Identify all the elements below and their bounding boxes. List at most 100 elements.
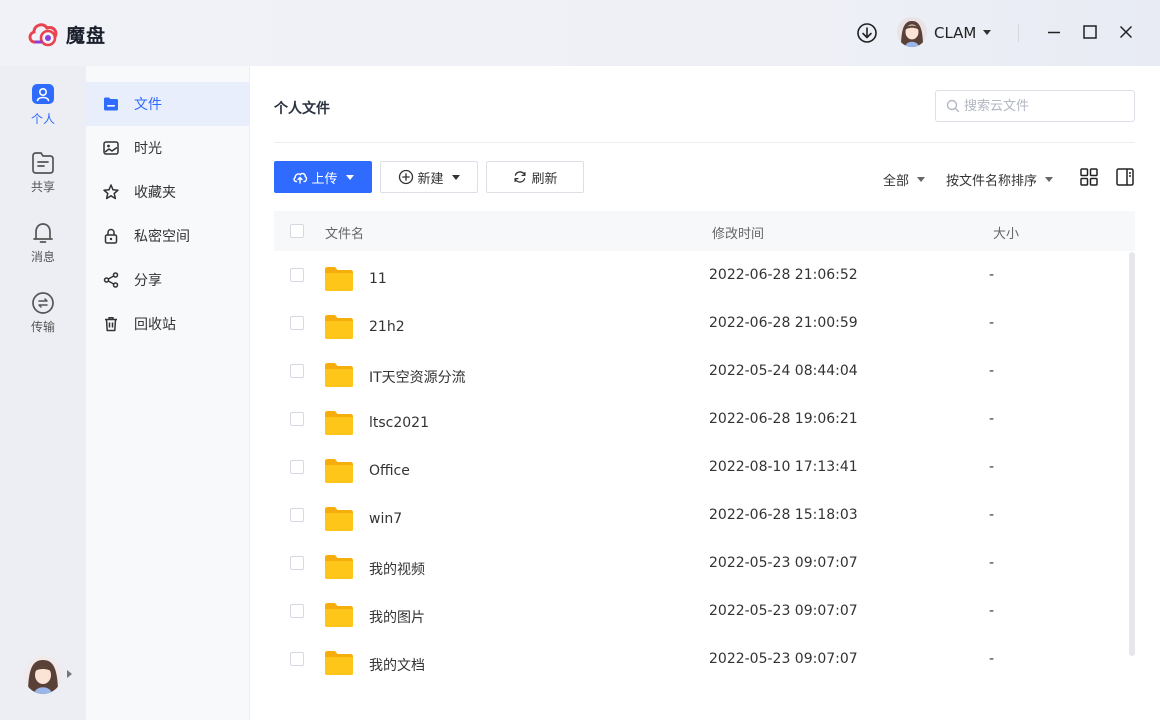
chevron-right-icon[interactable] xyxy=(67,670,72,678)
sidebar-item-moments[interactable]: 时光 xyxy=(86,126,249,170)
table-row[interactable]: Office 2022-08-10 17:13:41 - xyxy=(274,444,1135,492)
file-name[interactable]: Office xyxy=(369,463,410,479)
row-checkbox[interactable] xyxy=(290,556,304,570)
new-button[interactable]: 新建 xyxy=(380,161,478,193)
modified-time: 2022-08-10 17:13:41 xyxy=(709,459,858,475)
main-panel: 个人文件 上传 新建 刷新 全部 按文件名称 xyxy=(250,66,1160,720)
star-icon xyxy=(103,184,119,200)
file-name[interactable]: 11 xyxy=(369,271,387,287)
rail-item-transfer[interactable]: 传输 xyxy=(0,290,86,335)
modified-time: 2022-06-28 21:00:59 xyxy=(709,315,858,331)
column-header-size[interactable]: 大小 xyxy=(993,223,1019,242)
modified-time: 2022-05-23 09:07:07 xyxy=(709,651,858,667)
folder-icon xyxy=(325,411,353,435)
chevron-down-icon[interactable] xyxy=(983,30,991,35)
file-name[interactable]: 21h2 xyxy=(369,319,405,335)
rail-item-personal[interactable]: 个人 xyxy=(0,82,86,127)
trash-icon xyxy=(105,317,117,332)
row-checkbox[interactable] xyxy=(290,364,304,378)
upload-button[interactable]: 上传 xyxy=(274,161,372,193)
file-size: - xyxy=(989,507,995,523)
table-row[interactable]: 我的文档 2022-05-23 09:07:07 - xyxy=(274,636,1135,684)
row-checkbox[interactable] xyxy=(290,412,304,426)
lock-icon xyxy=(104,228,118,244)
sort-label: 按文件名称排序 xyxy=(946,174,1038,189)
divider xyxy=(1018,24,1019,42)
primary-rail: 个人 共享 消息 传输 xyxy=(0,66,86,720)
file-size: - xyxy=(989,363,995,379)
file-name[interactable]: win7 xyxy=(369,511,402,527)
sidebar: 文件 时光 收藏夹 私密空间 分享 回收站 xyxy=(86,66,250,720)
refresh-label: 刷新 xyxy=(531,171,558,187)
file-size: - xyxy=(989,651,995,667)
minimize-icon[interactable] xyxy=(1044,22,1064,42)
file-size: - xyxy=(989,315,995,331)
row-checkbox[interactable] xyxy=(290,460,304,474)
search-icon xyxy=(946,99,960,113)
chevron-down-icon xyxy=(451,174,460,180)
modified-time: 2022-05-24 08:44:04 xyxy=(709,363,858,379)
file-name[interactable]: IT天空资源分流 xyxy=(369,367,466,387)
sidebar-item-share[interactable]: 分享 xyxy=(86,258,249,302)
refresh-button[interactable]: 刷新 xyxy=(486,161,584,193)
file-name[interactable]: 我的文档 xyxy=(369,655,425,675)
file-name[interactable]: ltsc2021 xyxy=(369,415,429,431)
title-bar: 魔盘 CLAM xyxy=(0,0,1160,66)
filter-dropdown[interactable]: 全部 xyxy=(883,170,926,189)
grid-view-icon[interactable] xyxy=(1078,166,1100,188)
folder-icon xyxy=(325,267,353,291)
scrollbar[interactable] xyxy=(1129,252,1135,656)
row-checkbox[interactable] xyxy=(290,508,304,522)
sidebar-item-files[interactable]: 文件 xyxy=(86,82,249,126)
divider xyxy=(274,142,1135,143)
bell-icon xyxy=(33,223,53,243)
sidebar-item-private-space[interactable]: 私密空间 xyxy=(86,214,249,258)
table-row[interactable]: IT天空资源分流 2022-05-24 08:44:04 - xyxy=(274,348,1135,396)
rail-item-shared[interactable]: 共享 xyxy=(0,150,86,195)
folder-icon xyxy=(325,603,353,627)
rail-item-messages[interactable]: 消息 xyxy=(0,220,86,265)
row-checkbox[interactable] xyxy=(290,652,304,666)
download-icon[interactable] xyxy=(856,22,878,44)
select-all-checkbox[interactable] xyxy=(290,224,304,238)
user-name[interactable]: CLAM xyxy=(934,24,976,42)
cloud-upload-icon xyxy=(293,172,308,184)
rail-avatar[interactable] xyxy=(24,656,62,694)
sort-dropdown[interactable]: 按文件名称排序 xyxy=(946,170,1054,189)
table-row[interactable]: 我的图片 2022-05-23 09:07:07 - xyxy=(274,588,1135,636)
avatar[interactable] xyxy=(897,17,927,47)
folder-icon xyxy=(325,315,353,339)
row-checkbox[interactable] xyxy=(290,316,304,330)
table-row[interactable]: ltsc2021 2022-06-28 19:06:21 - xyxy=(274,396,1135,444)
maximize-icon[interactable] xyxy=(1080,22,1100,42)
sidebar-item-recycle-bin[interactable]: 回收站 xyxy=(86,302,249,346)
file-name[interactable]: 我的视频 xyxy=(369,559,425,579)
table-row[interactable]: 我的视频 2022-05-23 09:07:07 - xyxy=(274,540,1135,588)
chevron-down-icon xyxy=(345,174,354,180)
search-box[interactable] xyxy=(935,90,1135,122)
file-size: - xyxy=(989,411,995,427)
row-checkbox[interactable] xyxy=(290,268,304,282)
refresh-icon xyxy=(514,171,527,183)
share-icon xyxy=(103,272,119,288)
table-row[interactable]: 11 2022-06-28 21:06:52 - xyxy=(274,252,1135,300)
modified-time: 2022-05-23 09:07:07 xyxy=(709,555,858,571)
column-header-name[interactable]: 文件名 xyxy=(325,223,364,242)
detail-panel-icon[interactable] xyxy=(1114,166,1136,188)
page-title: 个人文件 xyxy=(274,101,330,117)
upload-label: 上传 xyxy=(311,171,338,187)
chevron-down-icon xyxy=(917,177,926,182)
sidebar-item-favorites[interactable]: 收藏夹 xyxy=(86,170,249,214)
table-row[interactable]: 21h2 2022-06-28 21:00:59 - xyxy=(274,300,1135,348)
row-checkbox[interactable] xyxy=(290,604,304,618)
user-icon xyxy=(32,84,54,104)
app-name: 魔盘 xyxy=(66,25,107,47)
search-input[interactable] xyxy=(964,91,1129,121)
file-name[interactable]: 我的图片 xyxy=(369,607,425,627)
folder-icon xyxy=(325,651,353,675)
column-header-modified[interactable]: 修改时间 xyxy=(712,223,764,242)
table-row[interactable]: win7 2022-06-28 15:18:03 - xyxy=(274,492,1135,540)
shared-folder-icon xyxy=(32,152,54,174)
table-header: 文件名 修改时间 大小 xyxy=(274,211,1135,251)
close-icon[interactable] xyxy=(1116,22,1136,42)
